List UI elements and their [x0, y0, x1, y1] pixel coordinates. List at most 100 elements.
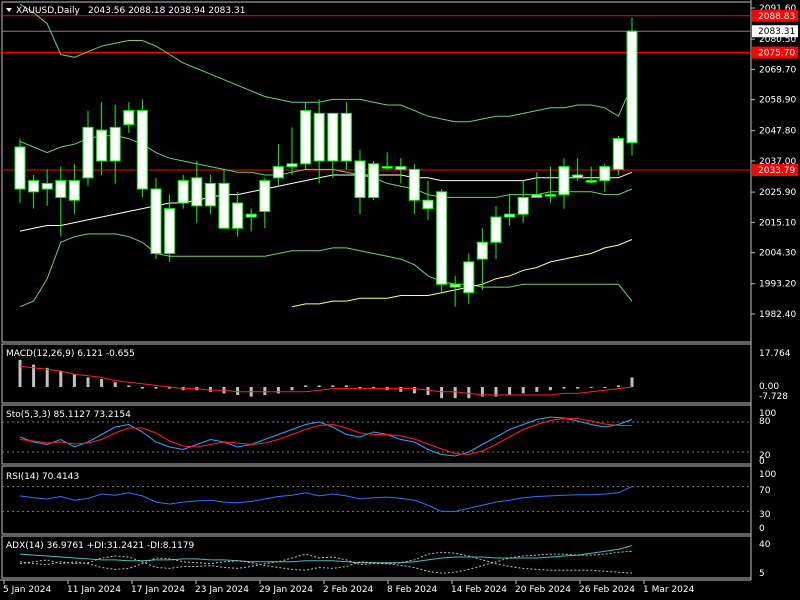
- candle-body-bull: [68, 180, 80, 201]
- macd-bar: [344, 385, 348, 387]
- candle-body-bull: [28, 180, 40, 193]
- candle-body-bull: [463, 261, 475, 294]
- price-tick-label: 2015.10: [759, 218, 796, 228]
- time-tick-label: 8 Feb 2024: [387, 585, 438, 595]
- macd-bar: [358, 387, 362, 388]
- candle-body-bull: [504, 213, 516, 218]
- macd-bar: [589, 387, 593, 388]
- hline-label: 2033.79: [758, 166, 795, 176]
- candle-body-bull: [368, 163, 380, 198]
- candle-body-bull: [204, 182, 216, 207]
- macd-bar: [521, 387, 525, 394]
- macd-bar: [18, 359, 22, 387]
- time-tick-label: 26 Feb 2024: [579, 585, 635, 595]
- candle-body-bear: [55, 180, 67, 198]
- macd-bar: [399, 387, 403, 392]
- candle-body-bull: [572, 174, 584, 179]
- macd-bar: [467, 387, 471, 399]
- price-tick-label: 2004.30: [759, 249, 796, 259]
- time-tick-label: 29 Jan 2024: [259, 585, 313, 595]
- macd-bar: [86, 377, 90, 387]
- macd-bar: [548, 387, 552, 391]
- macd-bar: [100, 379, 104, 387]
- time-tick-label: 23 Jan 2024: [195, 585, 249, 595]
- candle-body-bull: [164, 208, 176, 254]
- rsi-label-0: 0: [759, 524, 765, 534]
- macd-bar: [236, 387, 240, 395]
- macd-bar: [576, 387, 580, 389]
- candle-body-bear: [96, 129, 108, 162]
- candle-body-bear: [422, 199, 434, 210]
- candle-body-bear: [408, 168, 420, 201]
- macd-bar: [304, 385, 308, 387]
- adx-title: ADX(14) 36.9761 +DI:31.2421 -DI:8.1179: [6, 541, 195, 551]
- macd-bar: [113, 382, 117, 387]
- candle-body-bear: [449, 283, 461, 288]
- hline-label: 2088.83: [758, 12, 795, 22]
- macd-bar: [426, 387, 430, 395]
- macd-bar: [603, 387, 607, 388]
- candle-body-bull: [286, 163, 298, 168]
- macd-bar: [59, 371, 63, 387]
- current-price-label: 2083.31: [758, 27, 795, 37]
- macd-bar: [290, 387, 294, 391]
- candle-body-bull: [327, 112, 339, 162]
- candle-body-bull: [109, 126, 121, 162]
- candle-body-bear: [136, 110, 148, 190]
- candle-body-bull: [123, 110, 135, 126]
- adx-label-40: 40: [759, 540, 771, 550]
- macd-bar: [535, 387, 539, 392]
- candle-body-bear: [218, 182, 230, 229]
- macd-bar: [45, 367, 49, 387]
- macd-bar: [372, 387, 376, 388]
- candle-body-bull: [585, 180, 597, 183]
- candle-body-bear: [436, 191, 448, 285]
- rsi-label-70: 70: [759, 486, 771, 496]
- macd-bar: [154, 387, 158, 389]
- candle-body-bear: [354, 160, 366, 198]
- candle-body-bull: [599, 166, 611, 182]
- rsi-label-30: 30: [759, 510, 771, 520]
- macd-bar: [140, 387, 144, 389]
- time-tick-label: 20 Feb 2024: [515, 585, 571, 595]
- candle-body-bull: [531, 194, 543, 198]
- candle-body-bear: [313, 112, 325, 162]
- candle-body-bull: [490, 216, 502, 243]
- price-tick-label: 1982.40: [759, 310, 796, 320]
- sto-title: Sto(5,3,3) 85.1127 73.2154: [6, 410, 131, 420]
- price-tick-label: 2025.90: [759, 188, 796, 198]
- time-tick-label: 1 Mar 2024: [643, 585, 695, 595]
- macd-bar: [508, 387, 512, 395]
- candle-body-bear: [191, 177, 203, 207]
- candle-body-bull: [558, 166, 570, 196]
- price-tick-label: 2047.80: [759, 127, 796, 137]
- candle-body-bull: [626, 30, 638, 144]
- macd-bar: [453, 387, 457, 399]
- macd-bar: [440, 387, 444, 399]
- rsi-title: RSI(14) 70.4143: [6, 472, 79, 482]
- rsi-label-100: 100: [759, 470, 776, 480]
- macd-bar: [127, 385, 131, 387]
- macd-title: MACD(12,26,9) 6.121 -0.655: [6, 349, 135, 359]
- time-tick-label: 17 Jan 2024: [131, 585, 185, 595]
- trading-chart[interactable]: XAUUSD,Daily 2043.56 2088.18 2038.94 208…: [0, 0, 800, 600]
- price-tick-label: 2058.90: [759, 96, 796, 106]
- macd-bar: [263, 387, 267, 395]
- adx-label-5: 5: [759, 569, 765, 579]
- sto-label-0: 0: [759, 457, 765, 467]
- macd-bar: [412, 387, 416, 394]
- candle-body-bull: [245, 213, 257, 218]
- macd-bar: [562, 387, 566, 389]
- candle-body-bull: [272, 166, 284, 179]
- price-tick-label: 2069.70: [759, 65, 796, 75]
- candle-body-bull: [82, 126, 94, 179]
- candle-body-bull: [612, 138, 624, 170]
- macd-bar: [276, 387, 280, 394]
- candle-body-bear: [395, 166, 407, 170]
- macd-bar: [630, 377, 634, 387]
- candle-body-bull: [476, 241, 488, 260]
- candle-body-bull: [232, 202, 244, 229]
- macd-bar: [208, 387, 212, 392]
- macd-label-max: 17.764: [759, 349, 791, 359]
- macd-bar: [317, 385, 321, 387]
